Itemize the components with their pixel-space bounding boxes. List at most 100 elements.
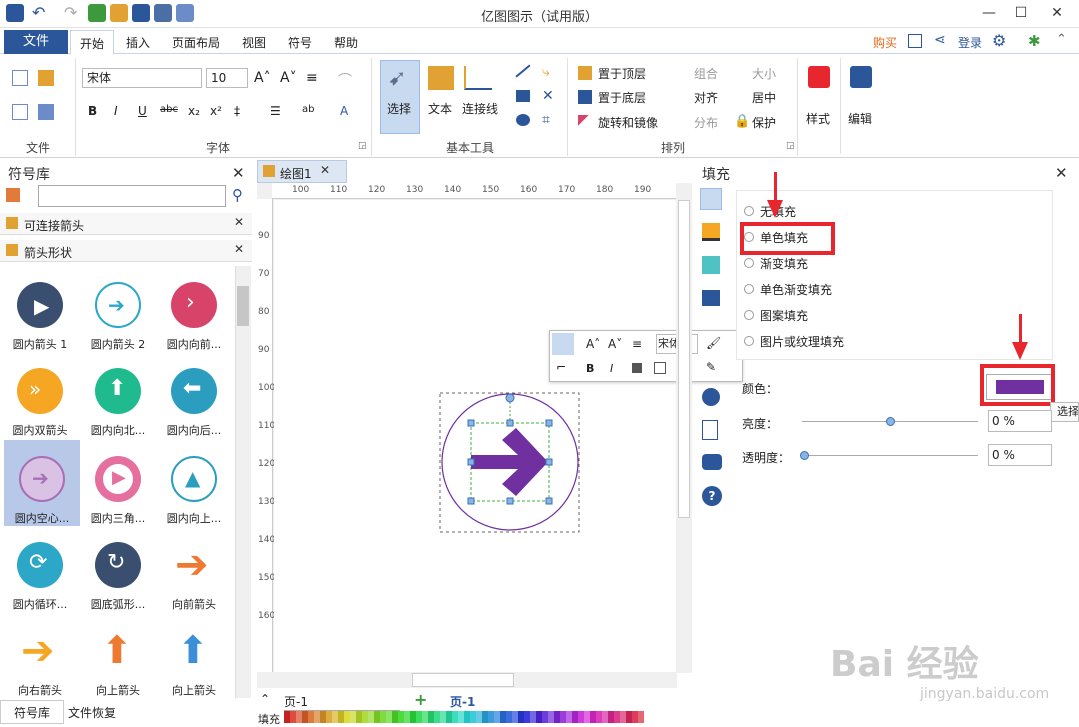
close-button[interactable]: ✕ bbox=[1040, 0, 1074, 28]
share-icon[interactable]: ⋖ bbox=[934, 32, 946, 48]
label-gradient-fill[interactable]: 渐变填充 bbox=[760, 255, 808, 272]
gear-icon[interactable]: ⚙ bbox=[992, 31, 1006, 50]
transparency-input[interactable]: 0 % bbox=[988, 444, 1052, 466]
highlight-icon[interactable]: ab bbox=[302, 104, 314, 115]
canvas-horizontal-thumb[interactable] bbox=[412, 673, 514, 687]
float-fill-icon[interactable] bbox=[632, 363, 642, 373]
symbol-item[interactable]: » 圆内双箭头 bbox=[2, 352, 78, 438]
center-button[interactable]: 居中 bbox=[752, 89, 776, 106]
shrink-font-icon[interactable]: A˅ bbox=[280, 70, 297, 86]
fill-panel-icon[interactable] bbox=[700, 188, 722, 210]
tab-file-recovery[interactable]: 文件恢复 bbox=[68, 704, 116, 721]
symbol-item[interactable]: ⬆ 向上箭头 bbox=[80, 612, 156, 698]
find-icon[interactable] bbox=[850, 66, 872, 88]
symbol-item[interactable]: ⬆ 向上箭头 bbox=[156, 612, 232, 698]
arrange-dialog-launcher-icon[interactable]: ◲ bbox=[786, 141, 795, 151]
arc-icon[interactable]: ⤷ bbox=[542, 64, 550, 80]
library-menu-icon[interactable] bbox=[6, 188, 20, 202]
font-color-icon[interactable]: A bbox=[340, 104, 348, 118]
float-align-icon[interactable]: ≡ bbox=[632, 337, 642, 351]
close-category-icon[interactable]: ✕ bbox=[234, 215, 244, 229]
bold-icon[interactable]: B bbox=[88, 104, 97, 118]
symbol-item[interactable]: ⬆ 圆内向北... bbox=[80, 352, 156, 438]
font-name-select[interactable]: 宋体 bbox=[82, 68, 202, 88]
add-page-icon[interactable]: + bbox=[414, 690, 427, 709]
close-document-icon[interactable]: ✕ bbox=[320, 163, 330, 177]
crop-icon[interactable]: ⌗ bbox=[542, 112, 550, 128]
link-icon[interactable]: ⌒ bbox=[338, 70, 352, 90]
shadow-panel-icon[interactable] bbox=[702, 256, 720, 274]
send-back-button[interactable]: 置于底层 bbox=[598, 89, 646, 106]
close-icon[interactable]: ✕ bbox=[232, 164, 245, 182]
symbol-item[interactable]: ➔ 向右箭头 bbox=[2, 612, 78, 698]
palette-swatch[interactable] bbox=[638, 711, 644, 723]
strike-icon[interactable]: abc bbox=[160, 104, 178, 115]
font-dialog-launcher-icon[interactable]: ◲ bbox=[358, 141, 367, 151]
radio-solid-gradient-fill[interactable] bbox=[744, 284, 754, 294]
grow-font-icon[interactable]: A˄ bbox=[254, 70, 271, 86]
radio-no-fill[interactable] bbox=[744, 206, 754, 216]
ellipse-icon[interactable] bbox=[516, 114, 530, 126]
text-tool-icon[interactable] bbox=[428, 66, 454, 90]
text-tool-label[interactable]: 文本 bbox=[428, 100, 452, 117]
symbol-scrollbar-thumb[interactable] bbox=[237, 286, 249, 326]
group-button[interactable]: 组合 bbox=[694, 65, 718, 82]
symbol-item[interactable]: ⬅ 圆内向后... bbox=[156, 352, 232, 438]
symbol-search-input[interactable] bbox=[38, 185, 226, 207]
symbol-item[interactable]: ▶ 圆内箭头 1 bbox=[2, 266, 78, 352]
float-connector-icon[interactable]: ⌐ bbox=[556, 360, 566, 374]
brightness-input[interactable]: 0 % bbox=[988, 410, 1052, 432]
radio-picture-fill[interactable] bbox=[744, 336, 754, 346]
symbol-item[interactable]: ➔ 向前箭头 bbox=[156, 526, 232, 612]
selected-shape[interactable] bbox=[436, 390, 586, 536]
symbol-item[interactable]: › 圆内向前... bbox=[156, 266, 232, 352]
float-bold-icon[interactable]: B bbox=[586, 362, 594, 375]
float-pointer-icon[interactable] bbox=[552, 333, 574, 355]
image-panel-icon[interactable] bbox=[702, 290, 720, 306]
transparency-slider[interactable] bbox=[802, 455, 978, 456]
buy-link[interactable]: 购买 bbox=[873, 34, 897, 51]
maximize-button[interactable]: ☐ bbox=[1004, 0, 1038, 28]
italic-icon[interactable]: I bbox=[114, 104, 118, 118]
hyperlink-panel-icon[interactable] bbox=[702, 388, 720, 406]
label-picture-fill[interactable]: 图片或纹理填充 bbox=[760, 333, 844, 350]
page-up-icon[interactable]: ⌃ bbox=[260, 692, 270, 706]
brightness-slider-thumb[interactable] bbox=[886, 417, 895, 426]
font-size-select[interactable]: 10 bbox=[206, 68, 248, 88]
align-button[interactable]: 对齐 bbox=[694, 89, 718, 106]
cross-icon[interactable]: ✕ bbox=[542, 88, 554, 104]
rotate-mirror-button[interactable]: 旋转和镜像 bbox=[598, 114, 658, 131]
edit-button[interactable]: 编辑 bbox=[848, 110, 872, 127]
size-button[interactable]: 大小 bbox=[752, 65, 776, 82]
help-icon[interactable]: ? bbox=[702, 486, 722, 506]
symbol-item[interactable]: ↻ 圆底弧形... bbox=[80, 526, 156, 612]
feedback-icon[interactable] bbox=[908, 34, 922, 48]
float-shadow-icon[interactable] bbox=[654, 362, 666, 374]
canvas-vertical-thumb[interactable] bbox=[678, 200, 690, 518]
align-icon[interactable]: ≡ bbox=[306, 70, 318, 86]
close-fill-panel-icon[interactable]: ✕ bbox=[1055, 164, 1068, 182]
radio-pattern-fill[interactable] bbox=[744, 310, 754, 320]
format-painter-icon[interactable] bbox=[38, 70, 54, 86]
page-tab[interactable]: 页-1 bbox=[450, 693, 475, 710]
protect-button[interactable]: 保护 bbox=[752, 114, 776, 131]
tab-view[interactable]: 视图 bbox=[242, 34, 266, 51]
float-italic-icon[interactable]: I bbox=[610, 362, 613, 375]
connector-tool-label[interactable]: 连接线 bbox=[462, 100, 498, 117]
transparency-slider-thumb[interactable] bbox=[800, 451, 809, 460]
tab-home[interactable]: 开始 bbox=[70, 30, 115, 55]
tab-page-layout[interactable]: 页面布局 bbox=[172, 34, 220, 51]
tab-file[interactable]: 文件 bbox=[4, 30, 68, 54]
label-pattern-fill[interactable]: 图案填充 bbox=[760, 307, 808, 324]
collapse-ribbon-icon[interactable]: ⌃ bbox=[1056, 32, 1067, 47]
tab-symbol-library[interactable]: 符号库 bbox=[0, 700, 64, 724]
search-icon[interactable]: ⚲ bbox=[232, 186, 243, 204]
rectangle-icon[interactable] bbox=[516, 90, 530, 102]
attachment-panel-icon[interactable] bbox=[702, 420, 718, 440]
tab-insert[interactable]: 插入 bbox=[126, 34, 150, 51]
symbol-item[interactable]: ⟳ 圆内循环... bbox=[2, 526, 78, 612]
close-category-icon[interactable]: ✕ bbox=[234, 242, 244, 256]
bullets-icon[interactable]: ☰ bbox=[270, 104, 281, 118]
symbol-scrollbar[interactable] bbox=[235, 266, 251, 698]
paste-icon[interactable] bbox=[38, 104, 54, 120]
